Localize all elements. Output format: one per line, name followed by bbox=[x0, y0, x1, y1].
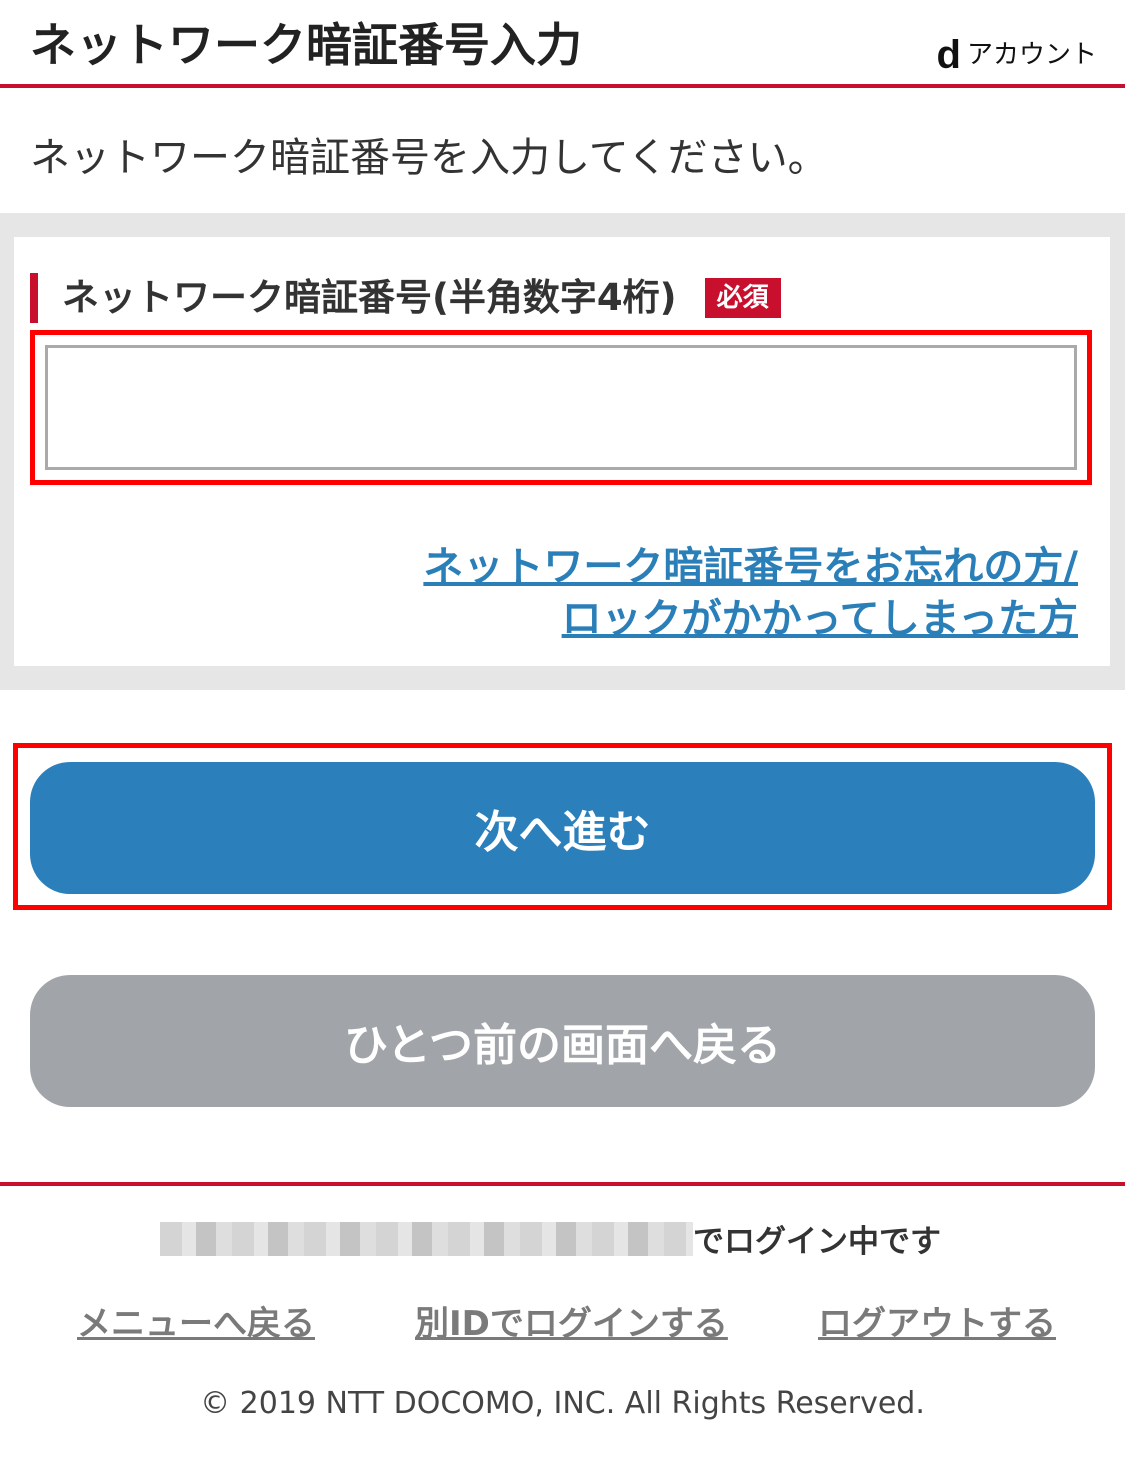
footer-links: メニューへ戻る 別IDでログインする ログアウトする bbox=[0, 1296, 1125, 1346]
forgot-pin-link-line2[interactable]: ロックがかかってしまった方 bbox=[423, 593, 1078, 645]
next-button[interactable]: 次へ進む bbox=[30, 762, 1095, 894]
brand-d-mark: d bbox=[936, 33, 961, 77]
d-account-logo: d アカウント bbox=[936, 33, 1097, 77]
required-badge: 必須 bbox=[704, 278, 781, 318]
login-status-text: でログイン中です bbox=[693, 1224, 941, 1260]
pin-input-highlight bbox=[30, 330, 1092, 485]
forgot-pin-link[interactable]: ネットワーク暗証番号をお忘れの方/ ロックがかかってしまった方 bbox=[423, 541, 1078, 645]
form-panel-background: ネットワーク暗証番号(半角数字4桁) 必須 ネットワーク暗証番号をお忘れの方/ … bbox=[0, 213, 1125, 690]
page: ネットワーク暗証番号入力 d アカウント ネットワーク暗証番号を入力してください… bbox=[0, 0, 1125, 1476]
pin-field-label: ネットワーク暗証番号(半角数字4桁) 必須 bbox=[30, 273, 781, 323]
login-status: でログイン中です bbox=[160, 1216, 941, 1261]
copyright: © 2019 NTT DOCOMO, INC. All Rights Reser… bbox=[200, 1386, 925, 1421]
forgot-pin-link-line1[interactable]: ネットワーク暗証番号をお忘れの方/ bbox=[423, 541, 1078, 593]
footer: でログイン中です メニューへ戻る 別IDでログインする ログアウトする © 20… bbox=[0, 1182, 1125, 1476]
form-panel: ネットワーク暗証番号(半角数字4桁) 必須 ネットワーク暗証番号をお忘れの方/ … bbox=[14, 237, 1110, 666]
header: ネットワーク暗証番号入力 d アカウント bbox=[0, 0, 1125, 88]
pin-input[interactable] bbox=[45, 345, 1077, 470]
instruction-text: ネットワーク暗証番号を入力してください。 bbox=[30, 135, 828, 181]
logout-link[interactable]: ログアウトする bbox=[818, 1296, 1056, 1345]
back-button[interactable]: ひとつ前の画面へ戻る bbox=[30, 975, 1095, 1107]
menu-link[interactable]: メニューへ戻る bbox=[77, 1296, 315, 1345]
masked-user-id bbox=[160, 1221, 693, 1256]
other-id-login-link[interactable]: 別IDでログインする bbox=[415, 1296, 728, 1345]
brand-text: アカウント bbox=[966, 40, 1097, 70]
page-title: ネットワーク暗証番号入力 bbox=[30, 18, 582, 72]
pin-field-label-text: ネットワーク暗証番号(半角数字4桁) bbox=[62, 276, 677, 319]
